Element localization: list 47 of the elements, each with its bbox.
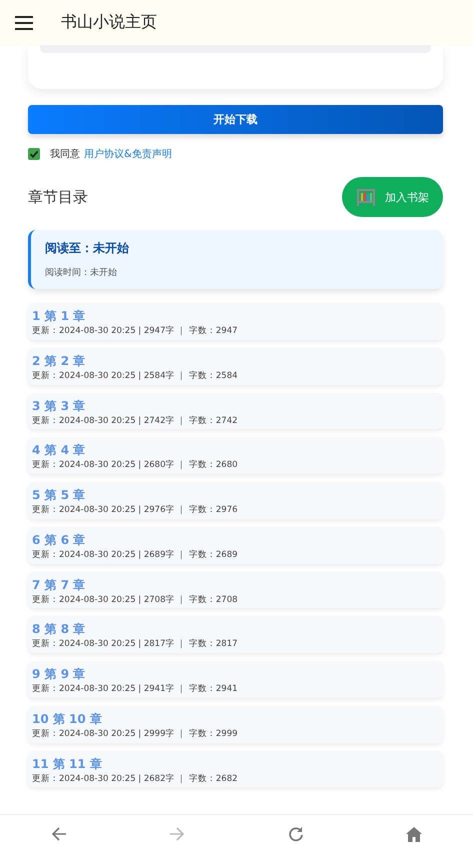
chapter-info: 更新：2024-08-30 20:25 | 2817字 ｜ 字数：2817 (32, 640, 239, 650)
chapter-item[interactable]: 5 第 5 章 更新：2024-08-30 20:25 | 2976字 ｜ 字数：2976 (28, 482, 443, 519)
chapter-title: 10 第 10 章 (32, 710, 103, 728)
chapter-title: 5 第 5 章 (32, 487, 86, 504)
chapter-info: 更新：2024-08-30 20:25 | 2999字 ｜ 字数：2999 (32, 730, 239, 740)
chapter-info: 更新：2024-08-30 20:25 | 2680字 ｜ 字数：2680 (32, 461, 239, 472)
chapter-item[interactable]: 1 第 1 章 更新：2024-08-30 20:25 | 2947字 ｜ 字数：2947 (28, 303, 443, 340)
terms-link[interactable]: 用户协议&免责声明 (84, 147, 172, 161)
chapter-item[interactable]: 10 第 10 章 更新：2024-08-30 20:25 | 2999字 ｜ 字数：2999 (28, 706, 443, 743)
home-icon (406, 826, 422, 842)
chapter-info: 更新：2024-08-30 20:25 | 2742字 ｜ 字数：2742 (32, 416, 239, 426)
chapter-info: 更新：2024-08-30 20:25 | 2584字 ｜ 字数：2584 (32, 372, 239, 382)
page-title: 书山小说主页 (61, 12, 157, 33)
reading-time: 阅读时间：未开始 (45, 266, 118, 279)
chapter-item[interactable]: 6 第 6 章 更新：2024-08-30 20:25 | 2689字 ｜ 字数：2689 (28, 526, 443, 564)
chapter-title: 8 第 8 章 (32, 621, 86, 638)
chapter-item[interactable]: 9 第 9 章 更新：2024-08-30 20:25 | 2941字 ｜ 字数：2941 (28, 661, 443, 698)
chapter-title: 1 第 1 章 (32, 308, 86, 325)
chapter-item[interactable]: 11 第 11 章 更新：2024-08-30 20:25 | 2682字 ｜ 字数：2682 (28, 750, 443, 788)
forward-arrow-icon (169, 826, 186, 842)
checkbox[interactable] (28, 148, 40, 160)
progress-title: 阅读至：未开始 (45, 240, 130, 257)
chapter-item[interactable]: 7 第 7 章 更新：2024-08-30 20:25 | 2708字 ｜ 字数：2708 (28, 572, 443, 608)
chapter-title: 4 第 4 章 (32, 442, 86, 460)
chapter-item[interactable]: 8 第 8 章 更新：2024-08-30 20:25 | 2817字 ｜ 字数：2817 (28, 616, 443, 654)
chapter-title: 3 第 3 章 (32, 398, 86, 415)
chapter-info: 更新：2024-08-30 20:25 | 2708字 ｜ 字数：2708 (32, 596, 239, 606)
reload-icon (288, 826, 304, 842)
chapter-title: 11 第 11 章 (32, 756, 103, 773)
chapter-item[interactable]: 4 第 4 章 更新：2024-08-30 20:25 | 2680字 ｜ 字数：2680 (28, 437, 443, 474)
chapter-info: 更新：2024-08-30 20:25 | 2947字 ｜ 字数：2947 (32, 327, 239, 337)
download-button[interactable]: 开始下载 (28, 105, 443, 134)
chapter-title: 2 第 2 章 (32, 352, 86, 370)
chapter-info: 更新：2024-08-30 20:25 | 2976字 ｜ 字数：2976 (32, 506, 239, 516)
agreement-label: 我同意 (50, 148, 80, 161)
section-title: 章节目录 (28, 188, 88, 206)
chapter-title: 9 第 9 章 (32, 666, 86, 684)
menu-icon[interactable] (15, 16, 33, 30)
chapter-title: 6 第 6 章 (32, 532, 86, 549)
chapter-info: 更新：2024-08-30 20:25 | 2941字 ｜ 字数：2941 (32, 685, 239, 695)
bookshelf-icon (356, 188, 376, 206)
chapter-item[interactable]: 2 第 2 章 更新：2024-08-30 20:25 | 2584字 ｜ 字数：2584 (28, 348, 443, 385)
chapter-info: 更新：2024-08-30 20:25 | 2682字 ｜ 字数：2682 (32, 774, 239, 784)
chapter-info: 更新：2024-08-30 20:25 | 2689字 ｜ 字数：2689 (32, 550, 239, 561)
chapter-item[interactable]: 3 第 3 章 更新：2024-08-30 20:25 | 2742字 ｜ 字数：2742 (28, 392, 443, 430)
back-arrow-icon (51, 826, 68, 842)
chapter-title: 7 第 7 章 (32, 576, 86, 594)
